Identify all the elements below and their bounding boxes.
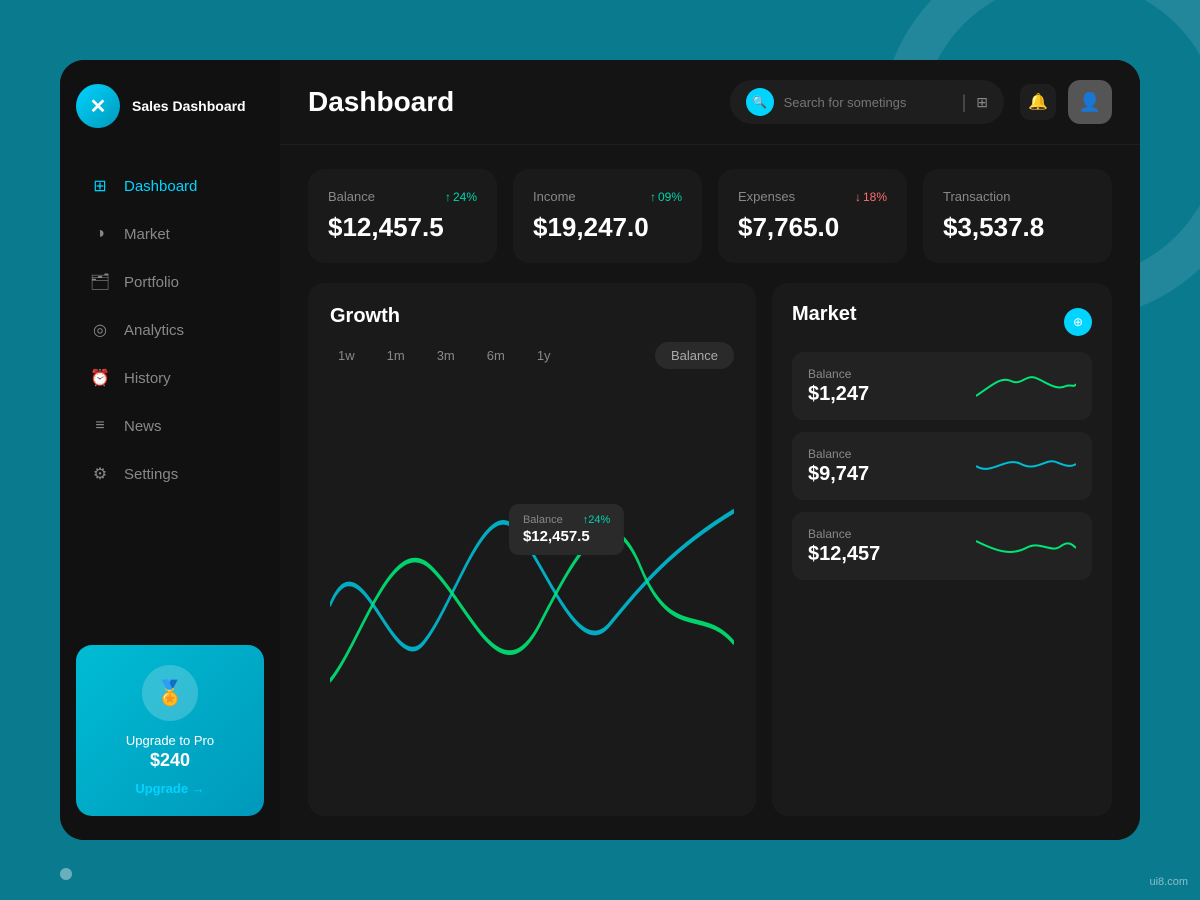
stat-header-expenses: Expenses ↓ 18%: [738, 189, 887, 204]
mini-chart-1: [976, 446, 1076, 486]
search-input[interactable]: [784, 95, 944, 110]
sidebar-label-portfolio: Portfolio: [124, 274, 179, 291]
stat-card-expenses: Expenses ↓ 18% $7,765.0: [718, 169, 907, 263]
sidebar-item-market[interactable]: ◑ Market: [76, 212, 264, 256]
sidebar-label-analytics: Analytics: [124, 322, 184, 339]
time-filter-3m[interactable]: 3m: [429, 344, 463, 367]
stat-label-transaction: Transaction: [943, 189, 1010, 204]
market-item-value-0: $1,247: [808, 383, 869, 406]
market-item-label-2: Balance: [808, 527, 880, 541]
sidebar: ✕ Sales Dashboard ⊞ Dashboard ◑ Market 🗂…: [60, 60, 280, 840]
market-item-value-1: $9,747: [808, 463, 869, 486]
market-icon: ◑: [90, 224, 110, 244]
growth-chart-svg: [330, 379, 734, 794]
market-item-label-1: Balance: [808, 447, 869, 461]
stat-value-transaction: $3,537.8: [943, 212, 1092, 243]
market-title: Market: [792, 303, 856, 326]
balance-filter[interactable]: Balance: [655, 342, 734, 369]
stat-header-income: Income ↑ 09%: [533, 189, 682, 204]
upgrade-badge-icon: 🏅: [142, 665, 198, 721]
logo-icon: ✕: [76, 84, 120, 128]
sidebar-item-portfolio[interactable]: 🗂 Portfolio: [76, 260, 264, 304]
stat-change-expenses: ↓ 18%: [855, 190, 887, 204]
growth-title: Growth: [330, 305, 734, 328]
header-actions: 🔔 👤: [1020, 80, 1112, 124]
tooltip-value: $12,457.5: [523, 528, 610, 545]
time-filter-6m[interactable]: 6m: [479, 344, 513, 367]
stat-change-balance: ↑ 24%: [445, 190, 477, 204]
sidebar-label-history: History: [124, 370, 171, 387]
stat-value-balance: $12,457.5: [328, 212, 477, 243]
upgrade-title: Upgrade to Pro: [126, 733, 214, 748]
sidebar-label-dashboard: Dashboard: [124, 178, 197, 195]
stat-value-income: $19,247.0: [533, 212, 682, 243]
charts-row: Growth 1w 1m 3m 6m 1y Balance: [308, 283, 1112, 816]
market-more-button[interactable]: ⊕: [1064, 308, 1092, 336]
upgrade-card: 🏅 Upgrade to Pro $240 Upgrade →: [76, 645, 264, 816]
time-filter-1m[interactable]: 1m: [379, 344, 413, 367]
market-item-2: Balance $12,457: [792, 512, 1092, 580]
tooltip-label: Balance ↑24%: [523, 514, 610, 526]
market-item-info-2: Balance $12,457: [808, 527, 880, 566]
upgrade-button[interactable]: Upgrade →: [135, 781, 204, 796]
watermark: ui8.com: [1149, 876, 1188, 888]
analytics-icon: ◎: [90, 320, 110, 340]
content: Balance ↑ 24% $12,457.5 Income ↑ 09% $19…: [280, 145, 1140, 840]
mini-chart-2: [976, 526, 1076, 566]
sidebar-item-analytics[interactable]: ◎ Analytics: [76, 308, 264, 352]
stat-header-balance: Balance ↑ 24%: [328, 189, 477, 204]
market-item-1: Balance $9,747: [792, 432, 1092, 500]
sidebar-item-history[interactable]: ⏰ History: [76, 356, 264, 400]
market-item-0: Balance $1,247: [792, 352, 1092, 420]
market-item-info-1: Balance $9,747: [808, 447, 869, 486]
market-card: Market ⊕ Balance $1,247: [772, 283, 1112, 816]
stat-label-income: Income: [533, 189, 576, 204]
search-icon: 🔍: [746, 88, 774, 116]
dashboard-icon: ⊞: [90, 176, 110, 196]
sidebar-item-dashboard[interactable]: ⊞ Dashboard: [76, 164, 264, 208]
stat-header-transaction: Transaction: [943, 189, 1092, 204]
sidebar-item-news[interactable]: ≡ News: [76, 404, 264, 448]
stat-value-expenses: $7,765.0: [738, 212, 887, 243]
main-area: Dashboard 🔍 | ⊞ 🔔 👤 Balance ↑ 24%: [280, 60, 1140, 840]
stat-card-income: Income ↑ 09% $19,247.0: [513, 169, 702, 263]
mini-chart-0: [976, 366, 1076, 406]
time-filter-1w[interactable]: 1w: [330, 344, 363, 367]
sidebar-label-news: News: [124, 418, 162, 435]
market-header: Market ⊕: [792, 303, 1092, 340]
header: Dashboard 🔍 | ⊞ 🔔 👤: [280, 60, 1140, 145]
sidebar-label-market: Market: [124, 226, 170, 243]
settings-icon: ⚙: [90, 464, 110, 484]
news-icon: ≡: [90, 416, 110, 436]
sidebar-item-settings[interactable]: ⚙ Settings: [76, 452, 264, 496]
portfolio-icon: 🗂: [90, 272, 110, 292]
history-icon: ⏰: [90, 368, 110, 388]
market-item-value-2: $12,457: [808, 543, 880, 566]
app-container: ✕ Sales Dashboard ⊞ Dashboard ◑ Market 🗂…: [60, 60, 1140, 840]
stat-label-balance: Balance: [328, 189, 375, 204]
notification-button[interactable]: 🔔: [1020, 84, 1056, 120]
growth-card: Growth 1w 1m 3m 6m 1y Balance: [308, 283, 756, 816]
logo-area: ✕ Sales Dashboard: [76, 84, 264, 128]
stat-change-income: ↑ 09%: [650, 190, 682, 204]
stats-row: Balance ↑ 24% $12,457.5 Income ↑ 09% $19…: [308, 169, 1112, 263]
search-bar[interactable]: 🔍 | ⊞: [730, 80, 1004, 124]
page-title: Dashboard: [308, 86, 714, 118]
sidebar-label-settings: Settings: [124, 466, 178, 483]
growth-chart-area: Balance ↑24% $12,457.5: [330, 379, 734, 794]
time-filter-1y[interactable]: 1y: [529, 344, 559, 367]
nav-menu: ⊞ Dashboard ◑ Market 🗂 Portfolio ◎ Analy…: [76, 164, 264, 629]
stat-label-expenses: Expenses: [738, 189, 795, 204]
stat-card-transaction: Transaction $3,537.8: [923, 169, 1112, 263]
market-item-label-0: Balance: [808, 367, 869, 381]
chart-tooltip: Balance ↑24% $12,457.5: [509, 504, 624, 555]
time-filters: 1w 1m 3m 6m 1y Balance: [330, 342, 734, 369]
stat-card-balance: Balance ↑ 24% $12,457.5: [308, 169, 497, 263]
market-item-info-0: Balance $1,247: [808, 367, 869, 406]
upgrade-price: $240: [150, 750, 190, 771]
app-name: Sales Dashboard: [132, 97, 246, 115]
avatar[interactable]: 👤: [1068, 80, 1112, 124]
